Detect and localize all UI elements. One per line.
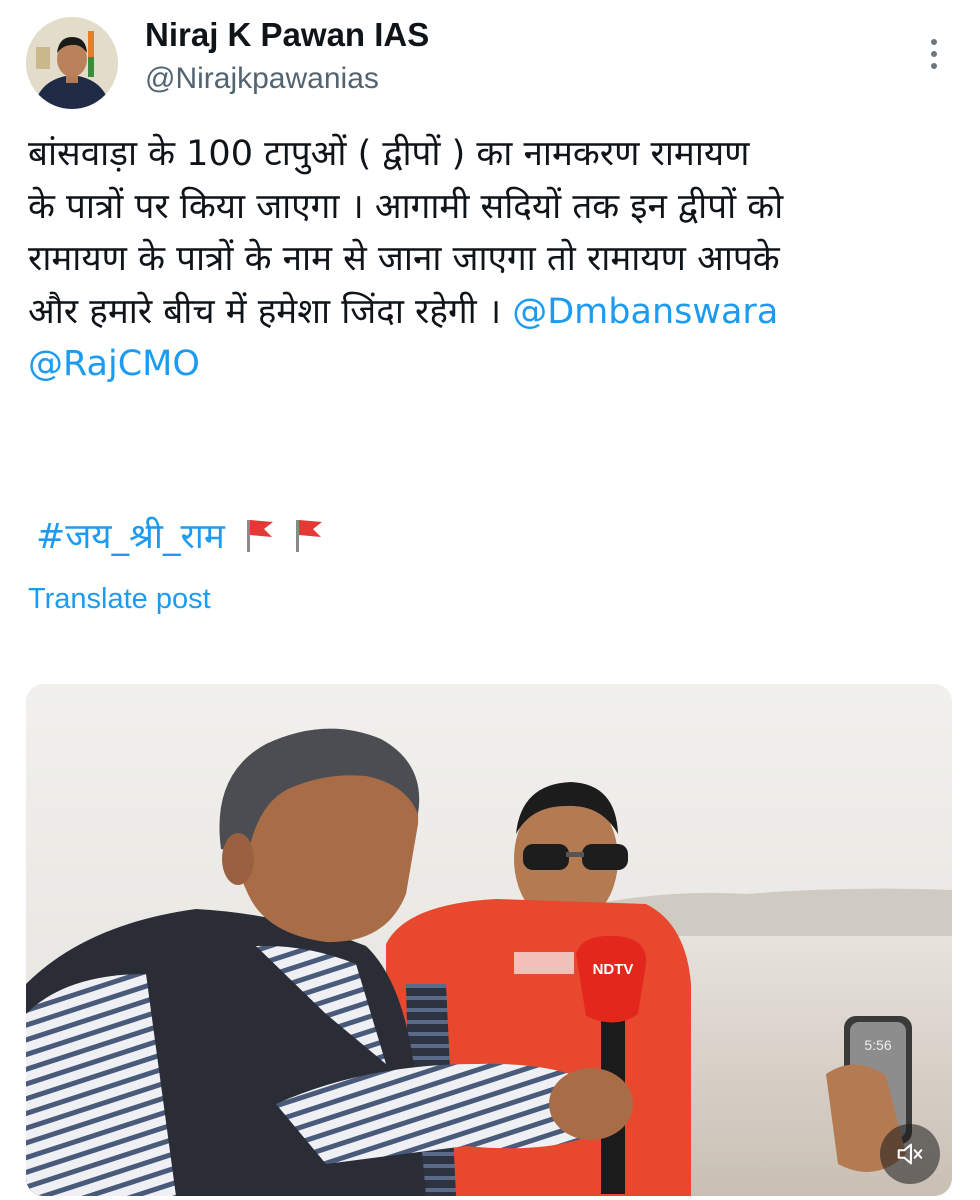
post-text-line: के पात्रों पर किया जाएगा । आगामी सदियों … — [28, 186, 784, 227]
mention-link-dmbanswara[interactable]: @Dmbanswara — [512, 292, 778, 332]
author-handle[interactable]: @Nirajkpawanias — [145, 62, 379, 96]
hashtag-line: #जय_श्री_राम — [36, 511, 323, 563]
mention-link-rajcmo[interactable]: @RajCMO — [28, 344, 200, 384]
speaker-muted-icon[interactable] — [880, 1124, 940, 1184]
video-player[interactable]: 5:56 NDTV — [26, 684, 952, 1196]
post-text-line: और हमारे बीच में हमेशा जिंदा रहेगी । @Dm… — [28, 286, 948, 339]
profile-photo — [26, 17, 118, 109]
more-vertical-icon[interactable] — [916, 30, 952, 78]
avatar[interactable] — [26, 17, 118, 109]
hashtag-link[interactable]: #जय_श्री_राम — [36, 517, 225, 557]
author-name[interactable]: Niraj K Pawan IAS — [145, 16, 429, 54]
red-flag-icon — [296, 520, 323, 552]
post-text-segment: और हमारे बीच में हमेशा जिंदा रहेगी । — [28, 291, 513, 332]
phone-time: 5:56 — [864, 1037, 891, 1053]
post-text-line: रामायण के पात्रों के नाम से जाना जाएगा त… — [28, 239, 780, 279]
video-frame: 5:56 NDTV — [26, 684, 952, 1196]
post-text-line: बांसवाड़ा के 100 टापुओं ( द्वीपों ) का न… — [28, 134, 750, 174]
post-text: बांसवाड़ा के 100 टापुओं ( द्वीपों ) का न… — [28, 128, 948, 391]
mic-logo: NDTV — [593, 961, 634, 978]
translate-post-link[interactable]: Translate post — [28, 583, 211, 616]
red-flag-icon — [246, 520, 273, 552]
